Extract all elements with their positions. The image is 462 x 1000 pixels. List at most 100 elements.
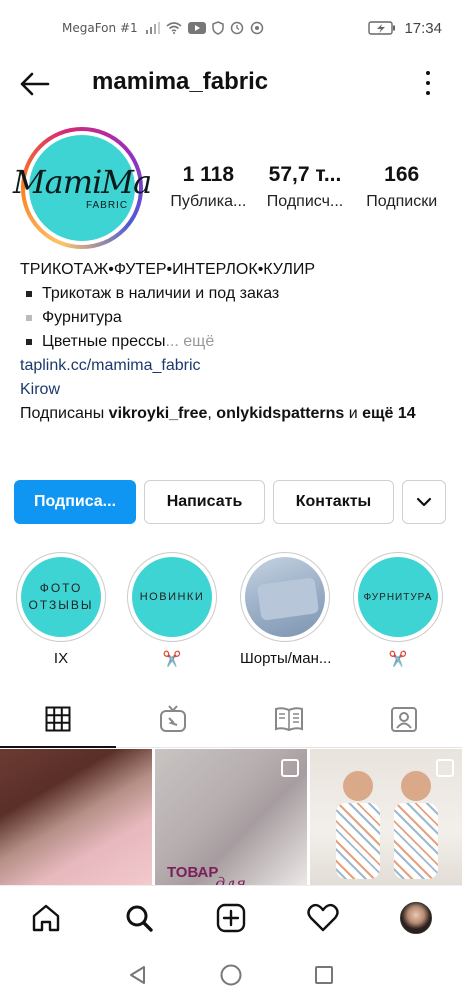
- arrow-left-icon: [20, 72, 50, 96]
- profile-avatar[interactable]: MamiMa FABRIC: [13, 127, 152, 249]
- bio-location-link[interactable]: Kirow: [20, 378, 450, 402]
- avatar-logo-subtext: FABRIC: [85, 199, 129, 211]
- highlight-cover-text: ФОТО ОТЗЫВЫ: [21, 557, 101, 637]
- circle-home-icon: [220, 964, 242, 985]
- tagged-person-icon: [391, 706, 418, 732]
- tab-grid[interactable]: [0, 690, 116, 748]
- clock-icon: [230, 21, 244, 35]
- system-navigation: [0, 949, 462, 1000]
- shield-icon: [211, 21, 224, 35]
- bio-line-text: Фурнитура: [42, 309, 122, 326]
- nav-activity[interactable]: [277, 886, 369, 949]
- grid-icon: [45, 706, 71, 731]
- stat-following-count: 166: [384, 163, 420, 186]
- followed-more: ещё 14: [362, 405, 416, 422]
- stat-following-label: Подписки: [366, 193, 438, 210]
- system-home-button[interactable]: [219, 963, 243, 987]
- system-recents-button[interactable]: [313, 964, 335, 986]
- bio-line-text: Цветные прессы: [42, 333, 166, 350]
- profile-username: mamima_fabric: [92, 68, 269, 95]
- followed-by-text[interactable]: Подписаны vikroyki_free, onlykidspattern…: [20, 402, 450, 426]
- story-highlights: ФОТО ОТЗЫВЫ IX НОВИНКИ ✂️ Шорты/ман... Ф…: [0, 552, 462, 672]
- contacts-button[interactable]: Контакты: [273, 480, 394, 524]
- nav-home[interactable]: [0, 886, 92, 949]
- profile-bio: ТРИКОТАЖ•ФУТЕР•ИНТЕРЛОК•КУЛИР Трикотаж в…: [20, 258, 450, 426]
- follow-button[interactable]: Подписа...: [14, 480, 136, 524]
- bottom-navigation: [0, 885, 462, 949]
- post-overlay-text: ТОВАР: [167, 864, 219, 881]
- highlight-cover-photo: [245, 557, 325, 637]
- highlight-item[interactable]: НОВИНКИ ✂️: [127, 552, 217, 668]
- post-thumbnail[interactable]: [310, 749, 462, 885]
- nav-search[interactable]: [92, 886, 184, 949]
- timer-icon: [250, 21, 264, 35]
- suggestions-button[interactable]: [402, 480, 446, 524]
- square-recents-icon: [315, 965, 333, 984]
- carousel-icon: [281, 759, 299, 777]
- nav-new-post[interactable]: [185, 886, 277, 949]
- heart-icon: [307, 903, 340, 931]
- home-icon: [33, 904, 60, 931]
- highlight-label: ✂️: [388, 651, 408, 668]
- back-button[interactable]: [18, 70, 52, 98]
- status-time: 17:34: [404, 19, 442, 37]
- bullet-icon: [26, 339, 32, 345]
- system-back-button[interactable]: [127, 964, 149, 986]
- highlight-label: IX: [53, 650, 69, 667]
- stat-following[interactable]: 166 Подписки: [353, 163, 450, 211]
- add-post-icon: [216, 903, 246, 932]
- bullet-icon: [26, 315, 32, 321]
- avatar-logo-text: MamiMa: [12, 162, 152, 201]
- followed-user: onlykidspatterns: [216, 405, 345, 422]
- bio-line: Фурнитура: [20, 306, 450, 330]
- profile-avatar-icon: [399, 901, 432, 934]
- profile-header: mamima_fabric: [0, 56, 462, 112]
- post-thumbnail[interactable]: ТОВАР для: [155, 749, 307, 885]
- highlight-label: Шорты/ман...: [240, 650, 330, 667]
- bullet-icon: [26, 291, 32, 297]
- bio-line: Трикотаж в наличии и под заказ: [20, 282, 450, 306]
- posts-grid: ТОВАР для: [0, 749, 462, 885]
- tab-guides[interactable]: [231, 690, 347, 747]
- tab-igtv[interactable]: [116, 690, 232, 747]
- more-options-button[interactable]: [422, 68, 434, 98]
- profile-stats: 1 118 Публика... 57,7 т... Подписч... 16…: [160, 163, 450, 211]
- followed-user: vikroyki_free: [108, 405, 208, 422]
- stat-followers-label: Подписч...: [266, 193, 344, 210]
- more-dots-icon: [426, 71, 430, 75]
- triangle-back-icon: [130, 965, 145, 984]
- youtube-icon: [187, 22, 206, 34]
- stat-followers[interactable]: 57,7 т... Подписч...: [257, 163, 354, 211]
- profile-actions: Подписа... Написать Контакты: [14, 480, 448, 524]
- highlight-cover-text: ФУРНИТУРА: [358, 557, 438, 637]
- post-photo-figure: [336, 771, 380, 881]
- highlight-item[interactable]: ФОТО ОТЗЫВЫ IX: [16, 552, 106, 667]
- bio-line: Цветные прессы... ещё: [20, 330, 450, 354]
- bio-line-text: Трикотаж в наличии и под заказ: [42, 285, 280, 302]
- stat-posts-label: Публика...: [170, 193, 247, 210]
- nav-profile[interactable]: [370, 886, 462, 949]
- followed-and: и: [344, 405, 363, 422]
- carousel-icon: [436, 759, 454, 777]
- guides-book-icon: [274, 706, 303, 731]
- followed-prefix: Подписаны: [20, 405, 109, 422]
- highlight-item[interactable]: ФУРНИТУРА ✂️: [353, 552, 443, 668]
- status-bar: MegaFon #1 17:34: [0, 0, 462, 56]
- igtv-icon: [160, 704, 187, 732]
- bio-website-link[interactable]: taplink.cc/mamima_fabric: [20, 354, 450, 378]
- stat-posts[interactable]: 1 118 Публика...: [160, 163, 257, 211]
- search-icon: [126, 905, 153, 932]
- post-thumbnail[interactable]: [0, 749, 152, 885]
- wifi-icon: [166, 22, 182, 34]
- highlight-item[interactable]: Шорты/ман...: [240, 552, 330, 667]
- tab-tagged[interactable]: [347, 690, 462, 747]
- followed-separator: ,: [207, 405, 217, 422]
- stat-posts-count: 1 118: [182, 163, 235, 186]
- bio-title: ТРИКОТАЖ•ФУТЕР•ИНТЕРЛОК•КУЛИР: [20, 261, 316, 278]
- message-button[interactable]: Написать: [144, 480, 265, 524]
- profile-tabs: [0, 690, 462, 748]
- highlight-label: ✂️: [162, 651, 182, 668]
- carrier-name: MegaFon #1: [62, 21, 138, 35]
- bio-more-link[interactable]: ... ещё: [166, 330, 215, 354]
- post-photo-figure: [394, 771, 438, 881]
